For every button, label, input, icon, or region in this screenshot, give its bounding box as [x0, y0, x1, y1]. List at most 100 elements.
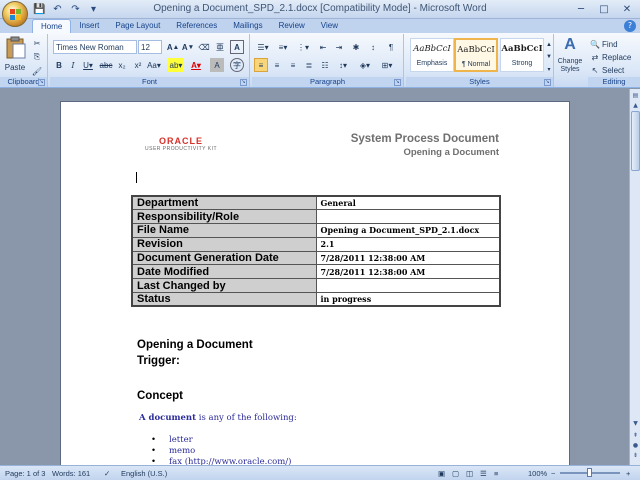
proofing-icon[interactable]: ✓: [104, 469, 110, 478]
font-launcher-icon[interactable]: ↘: [240, 79, 247, 86]
paste-button[interactable]: Paste: [2, 60, 28, 74]
next-page-icon[interactable]: ⇟: [631, 451, 640, 460]
cut-icon[interactable]: ✂: [30, 36, 44, 50]
word-count[interactable]: Words: 161: [52, 469, 90, 478]
styles-launcher-icon[interactable]: ↘: [544, 79, 551, 86]
highlight-icon[interactable]: ab▾: [168, 58, 184, 72]
paragraph-launcher-icon[interactable]: ↘: [394, 79, 401, 86]
borders-icon[interactable]: ⊞▾: [378, 58, 396, 72]
tab-references[interactable]: References: [168, 19, 225, 33]
minimize-button[interactable]: ─: [570, 1, 592, 17]
replace-button[interactable]: Replace: [602, 50, 638, 64]
office-button[interactable]: [2, 1, 28, 27]
align-right-icon[interactable]: ≡: [286, 58, 300, 72]
tab-mailings[interactable]: Mailings: [225, 19, 270, 33]
character-shading-icon[interactable]: A: [210, 58, 224, 72]
font-color-icon[interactable]: A▾: [188, 58, 204, 72]
scroll-down-icon[interactable]: ▼: [631, 419, 640, 428]
tab-home[interactable]: Home: [32, 19, 72, 33]
full-screen-icon[interactable]: ▢: [452, 469, 459, 478]
table-value[interactable]: 7/28/2011 12:38:00 AM: [315, 250, 501, 266]
outline-icon[interactable]: ☰: [480, 469, 487, 478]
select-icon[interactable]: ↖: [590, 63, 600, 77]
zoom-level[interactable]: 100%: [528, 469, 547, 478]
bullets-icon[interactable]: ☰▾: [254, 40, 272, 54]
ruler-toggle-icon[interactable]: ▤: [631, 91, 640, 100]
superscript-icon[interactable]: x²: [131, 58, 145, 72]
align-left-icon[interactable]: ≡: [254, 58, 268, 72]
subscript-icon[interactable]: x₂: [115, 58, 129, 72]
strikethrough-icon[interactable]: abc: [99, 58, 113, 72]
zoom-out-icon[interactable]: −: [551, 469, 555, 478]
replace-icon[interactable]: ⇄: [590, 50, 600, 64]
bold-icon[interactable]: B: [53, 58, 65, 72]
style-strong[interactable]: AaBbCcI Strong: [500, 38, 544, 72]
font-size-select[interactable]: 12: [138, 40, 162, 54]
italic-icon[interactable]: I: [67, 58, 79, 72]
character-border-icon[interactable]: A: [230, 40, 244, 54]
document-area[interactable]: ORACLE USER PRODUCTIVITY KIT System Proc…: [0, 89, 629, 465]
table-value[interactable]: [315, 209, 501, 225]
enclose-characters-icon[interactable]: 字: [230, 58, 244, 72]
tab-view[interactable]: View: [313, 19, 346, 33]
table-value[interactable]: Opening a Document_SPD_2.1.docx: [315, 223, 501, 238]
table-value[interactable]: General: [315, 195, 501, 211]
styles-more-icon[interactable]: ▾: [545, 62, 553, 76]
line-spacing-icon[interactable]: ↕▾: [334, 58, 352, 72]
align-center-icon[interactable]: ≡: [270, 58, 284, 72]
list-item[interactable]: fax (http://www.oracle.com/): [151, 457, 291, 465]
phonetic-guide-icon[interactable]: 亜: [213, 40, 227, 54]
font-name-select[interactable]: Times New Roman: [53, 40, 137, 54]
show-formatting-icon[interactable]: ¶: [384, 40, 398, 54]
multilevel-list-icon[interactable]: ⋮▾: [294, 40, 312, 54]
shading-icon[interactable]: ◈▾: [356, 58, 374, 72]
table-value[interactable]: [315, 278, 501, 294]
asian-layout-icon[interactable]: ✱: [349, 40, 363, 54]
clipboard-launcher-icon[interactable]: ↘: [38, 79, 45, 86]
maximize-button[interactable]: □: [593, 1, 615, 17]
draft-icon[interactable]: ≡: [494, 469, 498, 478]
vertical-scrollbar[interactable]: ▤ ▲ ▼ ⇞ ● ⇟: [629, 89, 640, 465]
document-page[interactable]: ORACLE USER PRODUCTIVITY KIT System Proc…: [60, 101, 570, 465]
zoom-slider-knob[interactable]: [587, 468, 592, 477]
clipboard-group: Paste ✂ ⎘ 🖌 Clipboard ↘: [0, 34, 48, 87]
shrink-font-icon[interactable]: A ▼: [181, 40, 195, 54]
clear-formatting-icon[interactable]: ⌫: [197, 40, 211, 54]
tab-review[interactable]: Review: [271, 19, 313, 33]
sort-icon[interactable]: ↕: [366, 40, 380, 54]
scroll-thumb[interactable]: [631, 111, 640, 171]
scroll-up-icon[interactable]: ▲: [631, 101, 640, 110]
copy-icon[interactable]: ⎘: [30, 50, 44, 64]
numbering-icon[interactable]: ≡▾: [274, 40, 292, 54]
change-styles-icon[interactable]: A: [558, 36, 582, 54]
decrease-indent-icon[interactable]: ⇤: [316, 40, 330, 54]
find-button[interactable]: Find: [602, 37, 636, 51]
increase-indent-icon[interactable]: ⇥: [332, 40, 346, 54]
browse-object-icon[interactable]: ●: [631, 441, 640, 450]
style-emphasis[interactable]: AaBbCcI Emphasis: [410, 38, 454, 72]
web-layout-icon[interactable]: ◫: [466, 469, 473, 478]
zoom-in-icon[interactable]: +: [626, 469, 630, 478]
change-styles-button[interactable]: Change Styles: [554, 56, 586, 76]
select-button[interactable]: Select: [602, 63, 638, 77]
tab-insert[interactable]: Insert: [71, 19, 107, 33]
distributed-icon[interactable]: ☷: [318, 58, 332, 72]
close-button[interactable]: ✕: [616, 1, 638, 17]
table-value[interactable]: in progress: [315, 292, 501, 307]
paste-icon[interactable]: [5, 36, 27, 60]
table-value[interactable]: 7/28/2011 12:38:00 AM: [315, 264, 501, 280]
change-case-icon[interactable]: Aa▾: [147, 58, 161, 72]
format-painter-icon[interactable]: 🖌: [30, 64, 44, 78]
language[interactable]: English (U.S.): [121, 469, 167, 478]
previous-page-icon[interactable]: ⇞: [631, 431, 640, 440]
find-icon[interactable]: 🔍: [590, 37, 600, 51]
underline-icon[interactable]: U▾: [81, 58, 95, 72]
tab-page-layout[interactable]: Page Layout: [107, 19, 168, 33]
grow-font-icon[interactable]: A ▲: [166, 40, 180, 54]
page-count[interactable]: Page: 1 of 3: [5, 469, 45, 478]
help-icon[interactable]: ?: [624, 20, 636, 32]
print-layout-icon[interactable]: ▣: [438, 469, 445, 478]
table-value[interactable]: 2.1: [315, 236, 501, 252]
justify-icon[interactable]: ≣: [302, 58, 316, 72]
style-normal[interactable]: AaBbCcI ¶ Normal: [454, 38, 498, 72]
